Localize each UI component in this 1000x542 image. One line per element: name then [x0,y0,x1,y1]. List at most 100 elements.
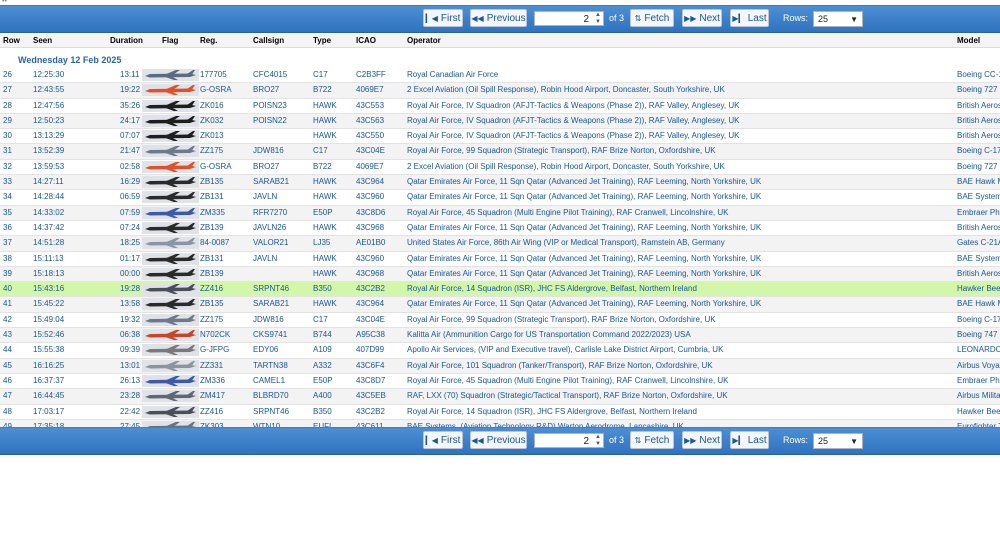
first-icon: ▎◀ [425,436,438,445]
seen-time: 14:51:28 [33,238,65,248]
table-row[interactable]: 45 16:16:25 13:01 ZZ331 TARTN38 A332 43C6F4 Roy… [0,358,1000,374]
model: Hawker Beec [957,284,1000,294]
page-input[interactable]: 2 ▲ ▼ [534,11,604,26]
seen-time: 15:11:13 [33,253,64,263]
table-row[interactable]: 46 16:37:37 26:13 ZM336 CAMEL1 E50P 43C8D7 Roya… [0,374,1000,390]
next-label: Next [699,13,720,24]
rows-select[interactable]: 25 ▼ [813,11,863,27]
aircraft-thumbnail [142,130,199,143]
header-seen[interactable]: Seen [33,36,52,45]
seen-time: 12:25:30 [33,70,65,79]
duration: 07:07 [120,131,141,141]
fetch-button-bottom[interactable]: ⇅ Fetch [630,431,674,449]
table-row[interactable]: 34 14:28:44 06:59 ZB131 JAVLN HAWK 43C960 Qatar… [0,190,1000,206]
row-number: 28 [3,100,12,110]
duration: 22:42 [120,406,141,416]
pager-bottom: ▎◀ First ◀◀ Previous 2 ▲ ▼ of 3 ⇅ Fetch ▶▶ Nex… [0,427,1000,455]
last-button[interactable]: ▶▎ Last [730,9,769,27]
operator: Royal Air Force, 14 Squadron (ISR), JHC … [407,284,697,294]
next-button-bottom[interactable]: ▶▶ Next [682,431,722,449]
registration: ZZ175 [200,314,224,324]
table-row[interactable]: 43 15:52:46 06:38 N702CK CKS9741 B744 A95C38 Ka… [0,328,1000,344]
registration: G-OSRA [200,161,232,171]
last-button-bottom[interactable]: ▶▎ Last [730,431,769,449]
duration: 19:22 [120,85,141,95]
page-count: of 3 [609,13,625,23]
duration: 19:32 [120,314,141,324]
page-input-bottom[interactable]: 2 ▲ ▼ [534,433,604,448]
fetch-button[interactable]: ⇅ Fetch [630,9,674,27]
table-row[interactable]: 38 15:11:13 01:17 ZB131 JAVLN HAWK 43C960 Qatar… [0,252,1000,267]
previous-button[interactable]: ◀◀ Previous [470,9,527,27]
seen-time: 17:03:17 [33,406,65,416]
aircraft-thumbnail [142,359,199,372]
callsign: TARTN38 [253,360,288,370]
duration: 06:59 [120,192,141,202]
table-row[interactable]: 39 15:18:13 00:00 ZB139 HAWK 43C968 Qatar Emir… [0,266,1000,283]
table-row[interactable]: 44 15:55:38 09:39 G-JFPG EDY06 A109 407D99 Apol… [0,343,1000,359]
registration: ZB139 [200,268,224,278]
table-row[interactable]: 37 14:51:28 18:25 84-0087 VALOR21 LJ35 AE01B0 U… [0,236,1000,252]
first-label: First [440,13,461,24]
header-flag[interactable]: Flag [162,36,178,45]
header-reg[interactable]: Reg. [200,36,217,45]
icao-code: 43C2B2 [356,406,385,416]
model: British Aeros [957,268,1000,278]
seen-time: 12:47:56 [33,100,65,110]
table-row[interactable]: 36 14:37:42 07:24 ZB139 JAVLN26 HAWK 43C968 Qat… [0,221,1000,237]
rows-value: 25 [818,14,829,24]
aircraft-type: E50P [313,375,333,385]
spinner-icon[interactable]: ▲ ▼ [595,434,601,448]
header-model[interactable]: Model [957,36,980,45]
model: LEONARDO [957,345,1000,355]
icao-code: 43C553 [356,100,385,110]
icao-code: 43C964 [356,299,385,309]
table-row[interactable]: 47 16:44:45 23:28 ZM417 BLBRD70 A400 43C5EB RAF… [0,389,1000,405]
aircraft-thumbnail [142,283,199,296]
model: Hawker Beec [957,406,1000,416]
model: Airbus Milita [957,391,1000,401]
table-row[interactable]: 26 12:25:30 13:11 177705 CFC4015 C17 C2B3FF Roy… [0,68,1000,84]
header-operator[interactable]: Operator [407,36,441,45]
spinner-icon[interactable]: ▲ ▼ [595,12,601,26]
icao-code: 4069E7 [356,85,384,95]
model: British Aeros [957,131,1000,141]
header-row[interactable]: Row [3,36,20,45]
next-button[interactable]: ▶▶ Next [682,9,722,27]
table-row[interactable]: 33 14:27:11 16:29 ZB135 SARAB21 HAWK 43C964 Qat… [0,175,1000,191]
first-button[interactable]: ▎◀ First [423,9,463,27]
operator: Qatar Emirates Air Force, 11 Sqn Qatar (… [407,222,762,232]
previous-button-bottom[interactable]: ◀◀ Previous [470,431,527,449]
icao-code: 43C2B2 [356,284,385,294]
row-number: 44 [3,345,12,355]
duration: 06:38 [120,330,141,340]
row-number: 30 [3,131,12,141]
aircraft-thumbnail [142,390,199,403]
rows-select-bottom[interactable]: 25 ▼ [813,433,863,449]
table-row[interactable]: 40 15:43:16 19:28 ZZ416 SRPNT46 B350 43C2B2 Roy… [0,282,1000,298]
table-row[interactable]: 32 13:59:53 02:58 G-OSRA BRO27 B722 4069E7 2 Ex… [0,160,1000,176]
first-button-bottom[interactable]: ▎◀ First [423,431,463,449]
header-icao[interactable]: ICAO [356,36,376,45]
registration: ZM417 [200,391,225,401]
table-row[interactable]: 30 13:13:29 07:07 ZK013 HAWK 43C550 Royal Air … [0,129,1000,145]
table-row[interactable]: 35 14:33:02 07:59 ZM335 RFR7270 E50P 43C8D6 Roy… [0,205,1000,221]
table-row[interactable]: 31 13:52:39 21:47 ZZ175 JDW816 C17 43C04E Royal… [0,144,1000,160]
callsign: SRPNT46 [253,406,290,416]
aircraft-type: C17 [313,70,328,79]
table-row[interactable]: 42 15:49:04 19:32 ZZ175 JDW816 C17 43C04E Royal… [0,313,1000,329]
table-row[interactable]: 29 12:50:23 24:17 ZK032 POISN22 HAWK 43C563 Roy… [0,113,1000,130]
registration: 84-0087 [200,238,230,248]
aircraft-type: E50P [313,207,333,217]
icao-code: 43C04E [356,314,385,324]
header-callsign[interactable]: Callsign [253,36,284,45]
operator: Royal Air Force, 14 Squadron (ISR), JHC … [407,406,697,416]
registration: G-OSRA [200,85,232,95]
aircraft-type: HAWK [313,268,337,278]
table-row[interactable]: 27 12:43:55 19:22 G-OSRA BRO27 B722 4069E7 2 Ex… [0,83,1000,99]
table-row[interactable]: 48 17:03:17 22:42 ZZ416 SRPNT46 B350 43C2B2 Roy… [0,405,1000,420]
table-row[interactable]: 41 15:45:22 13:58 ZB135 SARAB21 HAWK 43C964 Qat… [0,297,1000,313]
table-row[interactable]: 28 12:47:56 35:26 ZK016 POISN23 HAWK 43C553 Roy… [0,99,1000,114]
header-duration[interactable]: Duration [110,36,143,45]
header-type[interactable]: Type [313,36,331,45]
